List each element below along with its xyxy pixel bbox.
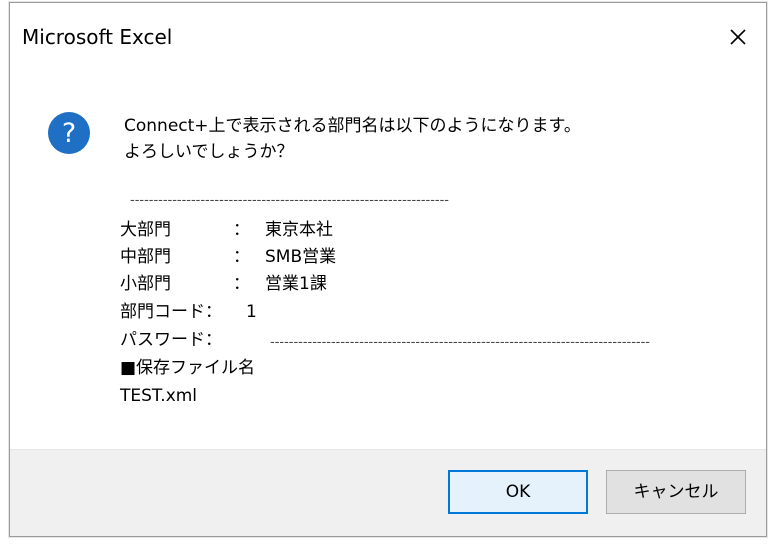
button-bar: OK キャンセル xyxy=(10,449,766,536)
middle-dept-row: 中部門 ： SMB営業 xyxy=(120,246,336,268)
middle-dept-label: 中部門 xyxy=(120,247,171,267)
major-dept-value: 東京本社 xyxy=(265,220,333,240)
separator-line: ----------------------------------------… xyxy=(130,193,449,208)
major-dept-row: 大部門 ： 東京本社 xyxy=(120,219,333,241)
dept-code-row: 部門コード： 1 xyxy=(120,301,257,323)
close-button[interactable] xyxy=(718,19,758,55)
save-file-label: ■保存ファイル名 xyxy=(120,358,256,378)
password-row: パスワード： ---------------------------------… xyxy=(120,329,650,351)
title-bar: Microsoft Excel xyxy=(10,3,766,73)
dialog-content: ? Connect+上で表示される部門名は以下のようになります。 よろしいでしょ… xyxy=(10,73,766,453)
save-file-value: TEST.xml xyxy=(120,386,198,406)
message-line-2: よろしいでしょうか？ xyxy=(124,142,294,162)
major-dept-colon: ： xyxy=(233,220,250,240)
password-value: ----------------------------------------… xyxy=(270,335,650,350)
major-dept-label: 大部門 xyxy=(120,220,171,240)
close-icon xyxy=(730,29,746,45)
minor-dept-value: 営業1課 xyxy=(265,274,327,294)
message-line-1: Connect+上で表示される部門名は以下のようになります。 xyxy=(124,116,581,136)
middle-dept-colon: ： xyxy=(233,247,250,267)
minor-dept-label: 小部門 xyxy=(120,274,171,294)
cancel-button[interactable]: キャンセル xyxy=(606,470,746,514)
middle-dept-value: SMB営業 xyxy=(265,247,337,267)
window-title: Microsoft Excel xyxy=(22,25,173,49)
dept-code-value: 1 xyxy=(246,302,257,322)
password-label: パスワード： xyxy=(120,330,222,350)
message-dialog: Microsoft Excel ? Connect+上で表示される部門名は以下の… xyxy=(9,2,767,537)
dept-code-label: 部門コード： xyxy=(120,302,222,322)
ok-button[interactable]: OK xyxy=(448,470,588,514)
minor-dept-colon: ： xyxy=(233,274,250,294)
question-icon: ? xyxy=(48,112,90,154)
svg-text:?: ? xyxy=(62,118,76,149)
minor-dept-row: 小部門 ： 営業1課 xyxy=(120,273,327,295)
